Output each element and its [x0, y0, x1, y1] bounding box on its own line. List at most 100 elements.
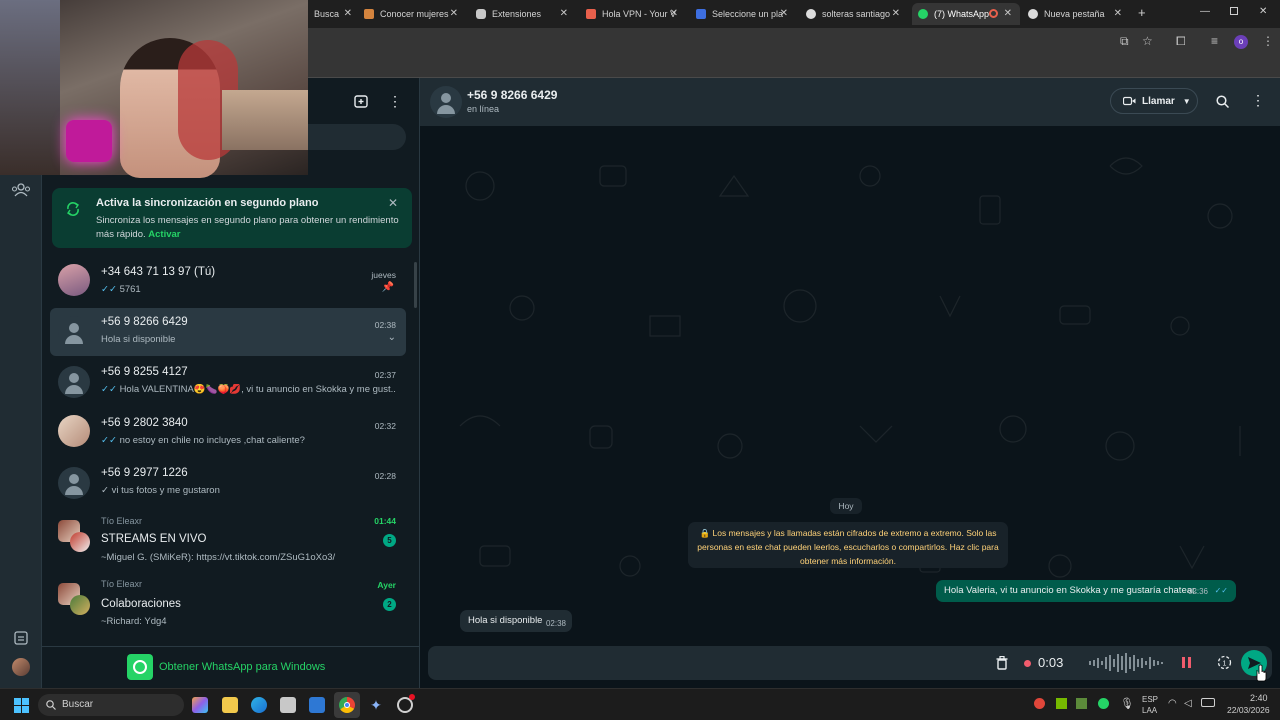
- keyboard-layout[interactable]: LAA: [1142, 706, 1157, 715]
- pause-icon-bar: [1188, 657, 1191, 668]
- contact-name[interactable]: +56 9 8266 6429: [467, 88, 557, 102]
- extensions-icon[interactable]: ⧠: [1176, 34, 1186, 49]
- view-once-icon[interactable]: 1: [1217, 655, 1232, 670]
- new-tab-button[interactable]: +: [1138, 5, 1146, 20]
- search-placeholder: Buscar: [62, 699, 94, 710]
- site-favicon: [586, 9, 596, 19]
- contact-avatar: [58, 316, 90, 348]
- profile-avatar[interactable]: o: [1234, 35, 1248, 49]
- menu-dots-icon[interactable]: ⋮: [1251, 92, 1265, 109]
- chat-row[interactable]: +56 9 8255 4127 ✓✓ Hola VALENTINA😍🍆🍑💋, v…: [50, 358, 406, 406]
- close-icon[interactable]: ✕: [780, 8, 788, 19]
- bookmark-star-icon[interactable]: ☆: [1142, 34, 1153, 48]
- chat-name: +56 9 8266 6429: [101, 316, 188, 328]
- close-window-button[interactable]: ✕: [1259, 6, 1267, 17]
- chat-row-selected[interactable]: +56 9 8266 6429 Hola si disponible 02:38…: [50, 308, 406, 356]
- file-explorer-icon[interactable]: [222, 697, 238, 713]
- encryption-notice[interactable]: 🔒 Los mensajes y las llamadas están cifr…: [688, 522, 1008, 568]
- chat-name: +56 9 2977 1226: [101, 467, 188, 479]
- search-icon[interactable]: [1216, 95, 1229, 108]
- profile-avatar[interactable]: [12, 658, 30, 676]
- activate-link[interactable]: Activar: [148, 229, 180, 240]
- chat-time: Ayer: [377, 580, 396, 590]
- tab-conocer[interactable]: Conocer mujeres ✕: [358, 3, 466, 25]
- chat-list-scrollbar[interactable]: [414, 262, 417, 308]
- gemini-icon[interactable]: ✦: [368, 697, 384, 713]
- mail-icon[interactable]: [309, 697, 325, 713]
- tab-extensiones[interactable]: Extensiones ✕: [470, 3, 576, 25]
- tab-nueva[interactable]: Nueva pestaña ✕: [1022, 3, 1130, 25]
- cast-icon[interactable]: ⧉: [1120, 34, 1129, 49]
- store-icon[interactable]: [280, 697, 296, 713]
- close-icon[interactable]: ✕: [892, 8, 900, 19]
- chrome-active-tile[interactable]: [334, 692, 360, 718]
- download-app-link[interactable]: Obtener WhatsApp para Windows: [159, 661, 325, 673]
- minimize-button[interactable]: —: [1200, 6, 1210, 17]
- taskbar-search[interactable]: Buscar: [38, 694, 184, 716]
- wifi-icon[interactable]: ◠: [1168, 698, 1177, 709]
- unread-badge: 5: [383, 534, 396, 547]
- chat-preview-text: Hola VALENTINA😍🍆🍑💋, vi tu anuncio en Sko…: [119, 384, 396, 395]
- close-icon[interactable]: ✕: [670, 8, 678, 19]
- chat-row-community[interactable]: Tío Eleaxr Colaboraciones ~Richard: Ydg4…: [50, 577, 406, 633]
- trash-icon[interactable]: [996, 656, 1008, 670]
- close-icon[interactable]: ✕: [1114, 8, 1122, 19]
- chat-row[interactable]: +56 9 2977 1226 ✓ vi tus fotos y me gust…: [50, 459, 406, 507]
- maximize-button[interactable]: [1230, 7, 1238, 15]
- windows-start-icon[interactable]: [14, 698, 29, 713]
- webcam-overlay: [0, 0, 308, 178]
- message-time: 02:36: [1187, 587, 1208, 596]
- close-icon[interactable]: ✕: [450, 8, 458, 19]
- tab-buscar[interactable]: Busca ✕: [308, 3, 356, 25]
- whatsapp-tray-icon[interactable]: [1098, 698, 1109, 709]
- search-icon: [46, 700, 56, 710]
- tray-app-icon[interactable]: [1034, 698, 1045, 709]
- copilot-icon[interactable]: [192, 697, 208, 713]
- chevron-down-icon[interactable]: ⌄: [388, 332, 396, 343]
- archive-icon[interactable]: [14, 631, 28, 645]
- new-chat-icon[interactable]: [354, 95, 368, 108]
- menu-dots-icon[interactable]: ⋮: [1262, 34, 1274, 48]
- close-icon[interactable]: ✕: [344, 8, 352, 19]
- close-icon[interactable]: ✕: [388, 196, 398, 210]
- chat-name: Colaboraciones: [101, 598, 181, 610]
- contact-avatar: [58, 467, 90, 499]
- message-incoming[interactable]: Hola si disponible 02:38: [460, 610, 572, 632]
- message-outgoing[interactable]: Hola Valeria, vi tu anuncio en Skokka y …: [936, 580, 1236, 602]
- sent-tick-icon: ✓: [101, 485, 109, 496]
- chat-name: +56 9 8255 4127: [101, 366, 188, 378]
- tab-whatsapp[interactable]: (7) WhatsApp ✕: [912, 3, 1020, 25]
- message-text: Hola Valeria, vi tu anuncio en Skokka y …: [944, 585, 1198, 596]
- tab-solteras[interactable]: solteras santiago ✕: [800, 3, 908, 25]
- keyboard-language[interactable]: ESP: [1142, 695, 1158, 704]
- chat-row[interactable]: +34 643 71 13 97 (Tú) ✓✓ 5761 jueves 📌: [50, 258, 406, 306]
- conversation-header[interactable]: +56 9 8266 6429 en línea Llamar ▼ ⋮: [420, 78, 1280, 126]
- chat-row[interactable]: +56 9 2802 3840 ✓✓ no estoy en chile no …: [50, 409, 406, 457]
- chat-time: jueves: [371, 270, 396, 280]
- call-button[interactable]: Llamar ▼: [1110, 88, 1198, 114]
- message-time: 02:38: [545, 619, 566, 628]
- clock-time[interactable]: 2:40: [1250, 693, 1268, 703]
- banner-title: Activa la sincronización en segundo plan…: [96, 197, 319, 209]
- tab-seleccione[interactable]: Seleccione un pla ✕: [690, 3, 796, 25]
- chat-preview: ✓✓ no estoy en chile no incluyes ,chat c…: [101, 435, 396, 446]
- clock-date[interactable]: 22/03/2026: [1227, 705, 1270, 715]
- close-icon[interactable]: ✕: [560, 8, 568, 19]
- menu-dots-icon[interactable]: ⋮: [388, 93, 402, 110]
- volume-icon[interactable]: ◁: [1184, 698, 1192, 709]
- reading-list-icon[interactable]: ≡: [1211, 34, 1218, 48]
- read-ticks-icon: ✓✓: [1214, 586, 1228, 595]
- tab-hola-vpn[interactable]: Hola VPN - Your V ✕: [580, 3, 686, 25]
- close-icon[interactable]: ✕: [1004, 8, 1012, 19]
- nvidia-icon[interactable]: [1056, 698, 1067, 709]
- edge-icon[interactable]: [251, 697, 267, 713]
- chat-time: 02:37: [374, 370, 396, 380]
- chat-preview: ✓✓ 5761: [101, 284, 396, 295]
- chat-row-community[interactable]: Tío Eleaxr STREAMS EN VIVO ~Miguel G. (S…: [50, 514, 406, 570]
- communities-icon[interactable]: [11, 182, 31, 198]
- microphone-icon[interactable]: 🎙: [1120, 697, 1134, 710]
- battery-icon[interactable]: [1201, 698, 1215, 707]
- tray-app-icon[interactable]: [1076, 698, 1087, 709]
- pause-icon[interactable]: [1182, 657, 1185, 668]
- contact-avatar[interactable]: [430, 86, 462, 118]
